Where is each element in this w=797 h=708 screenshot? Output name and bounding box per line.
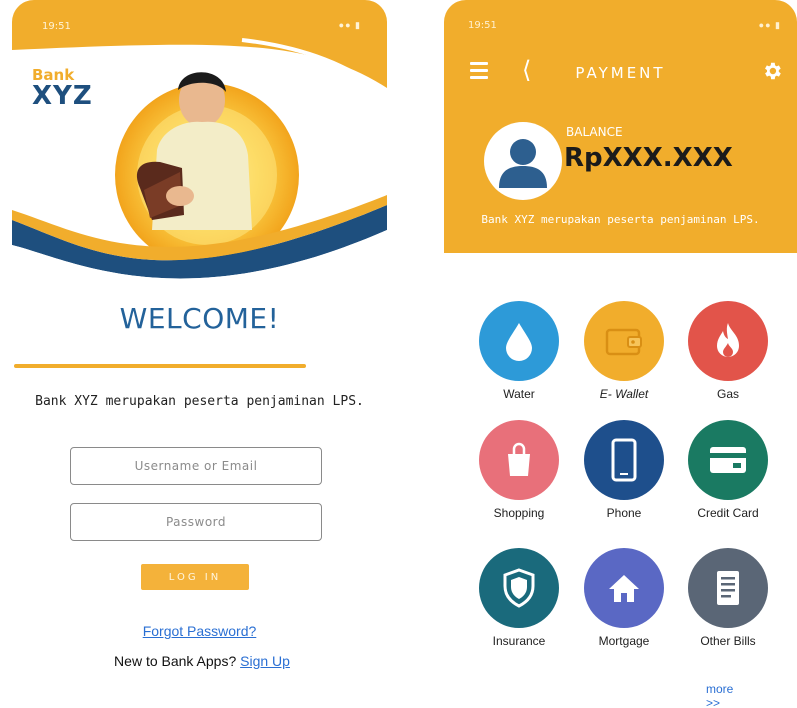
service-label: Mortgage [598, 634, 650, 648]
hero-illustration [12, 0, 387, 300]
service-label: E- Wallet [599, 387, 649, 401]
service-shopping[interactable]: Shopping [464, 420, 574, 530]
new-user-text: New to Bank Apps? [114, 653, 237, 669]
service-circle [584, 301, 664, 381]
login-hero: 19:51 ●● ▮ Bank XYZ [12, 0, 387, 300]
wallet-icon [605, 328, 642, 356]
payment-screen: 19:51 ●● ▮ ⟨ PAYMENT BALANCE RpXXX.XXX B… [444, 0, 797, 708]
service-circle [479, 548, 559, 628]
lps-notice: Bank XYZ merupakan peserta penjaminan LP… [481, 213, 760, 226]
water-drop-icon [506, 323, 532, 361]
phone-icon [611, 438, 637, 482]
service-circle [584, 420, 664, 500]
welcome-divider [14, 364, 306, 368]
welcome-heading: WELCOME! [119, 302, 280, 335]
sign-up-link[interactable]: Sign Up [240, 653, 290, 669]
balance-label: BALANCE [566, 125, 623, 139]
lps-notice: Bank XYZ merupakan peserta penjaminan LP… [35, 394, 364, 409]
signup-prompt: New to Bank Apps? Sign Up [112, 653, 292, 670]
service-label: Gas [716, 387, 739, 401]
service-label: Credit Card [697, 506, 759, 520]
service-gas[interactable]: Gas [673, 301, 783, 411]
service-label: Phone [606, 506, 642, 520]
service-insurance[interactable]: Insurance [464, 548, 574, 658]
service-mortgage[interactable]: Mortgage [569, 548, 679, 658]
service-phone[interactable]: Phone [569, 420, 679, 530]
status-time: 19:51 [42, 21, 71, 32]
service-label: Water [503, 387, 535, 401]
credit-card-icon [710, 447, 746, 473]
service-circle [688, 420, 768, 500]
service-circle [584, 548, 664, 628]
login-screen: 19:51 ●● ▮ Bank XYZ WELCOME! Bank XYZ me… [12, 0, 387, 708]
more-arrows: >> [706, 696, 721, 708]
login-button[interactable]: LOG IN [141, 564, 249, 590]
home-icon [609, 575, 639, 602]
document-icon [717, 571, 739, 605]
service-credit-card[interactable]: Credit Card [673, 420, 783, 530]
more-link[interactable]: more >> [706, 682, 733, 708]
balance-value: RpXXX.XXX [564, 143, 733, 173]
flame-icon [717, 323, 739, 357]
status-time: 19:51 [468, 20, 497, 31]
service-label: Shopping [493, 506, 545, 520]
service-label: Other Bills [700, 634, 756, 648]
battery-icon: ●● ▮ [758, 20, 781, 30]
avatar [484, 122, 562, 200]
battery-icon: ●● ▮ [338, 20, 361, 30]
page-title: PAYMENT [575, 64, 666, 82]
service-circle [688, 301, 768, 381]
forgot-password-link[interactable]: Forgot Password? [12, 623, 387, 639]
service-other-bills[interactable]: Other Bills [673, 548, 783, 658]
service-circle [479, 420, 559, 500]
payment-header: 19:51 ●● ▮ ⟨ PAYMENT BALANCE RpXXX.XXX B… [444, 0, 797, 253]
shield-icon [503, 568, 535, 608]
username-input[interactable] [70, 447, 322, 485]
brand-logo-text: XYZ [32, 81, 93, 111]
user-icon [499, 139, 547, 188]
service-circle [688, 548, 768, 628]
gear-icon[interactable] [761, 60, 783, 82]
password-input[interactable] [70, 503, 322, 541]
service-circle [479, 301, 559, 381]
service-label: Insurance [492, 634, 546, 648]
service-e-wallet[interactable]: E- Wallet [569, 301, 679, 411]
more-text: more [706, 682, 734, 696]
shopping-bag-icon [508, 442, 530, 476]
service-water[interactable]: Water [464, 301, 574, 411]
status-bar: 19:51 ●● ▮ [12, 0, 387, 42]
